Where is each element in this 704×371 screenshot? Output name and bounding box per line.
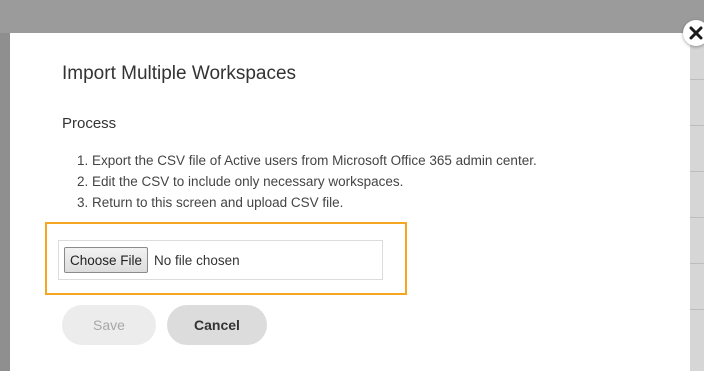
- divider: [690, 263, 704, 264]
- process-heading: Process: [62, 115, 117, 132]
- step-item: 3. Return to this screen and upload CSV …: [77, 195, 344, 210]
- process-steps: 1. Export the CSV file of Active users f…: [77, 150, 537, 213]
- csv-file-input[interactable]: Choose File No file chosen: [58, 240, 383, 280]
- divider: [690, 171, 704, 172]
- divider: [690, 217, 704, 218]
- choose-file-button[interactable]: Choose File: [64, 247, 149, 273]
- step-item: 2. Edit the CSV to include only necessar…: [77, 174, 404, 189]
- divider: [690, 125, 704, 126]
- close-button[interactable]: [683, 20, 704, 46]
- cancel-button[interactable]: Cancel: [167, 305, 267, 345]
- step-item: 1. Export the CSV file of Active users f…: [77, 153, 537, 168]
- divider: [690, 79, 704, 80]
- close-icon: [689, 26, 703, 40]
- overlay-top-band: [0, 0, 704, 33]
- background-page-strip: [690, 33, 704, 371]
- dialog-title: Import Multiple Workspaces: [62, 63, 297, 84]
- save-button[interactable]: Save: [62, 305, 156, 345]
- import-workspaces-dialog: Import Multiple Workspaces Process 1. Ex…: [10, 33, 690, 371]
- file-status-text: No file chosen: [154, 252, 240, 268]
- divider: [690, 309, 704, 310]
